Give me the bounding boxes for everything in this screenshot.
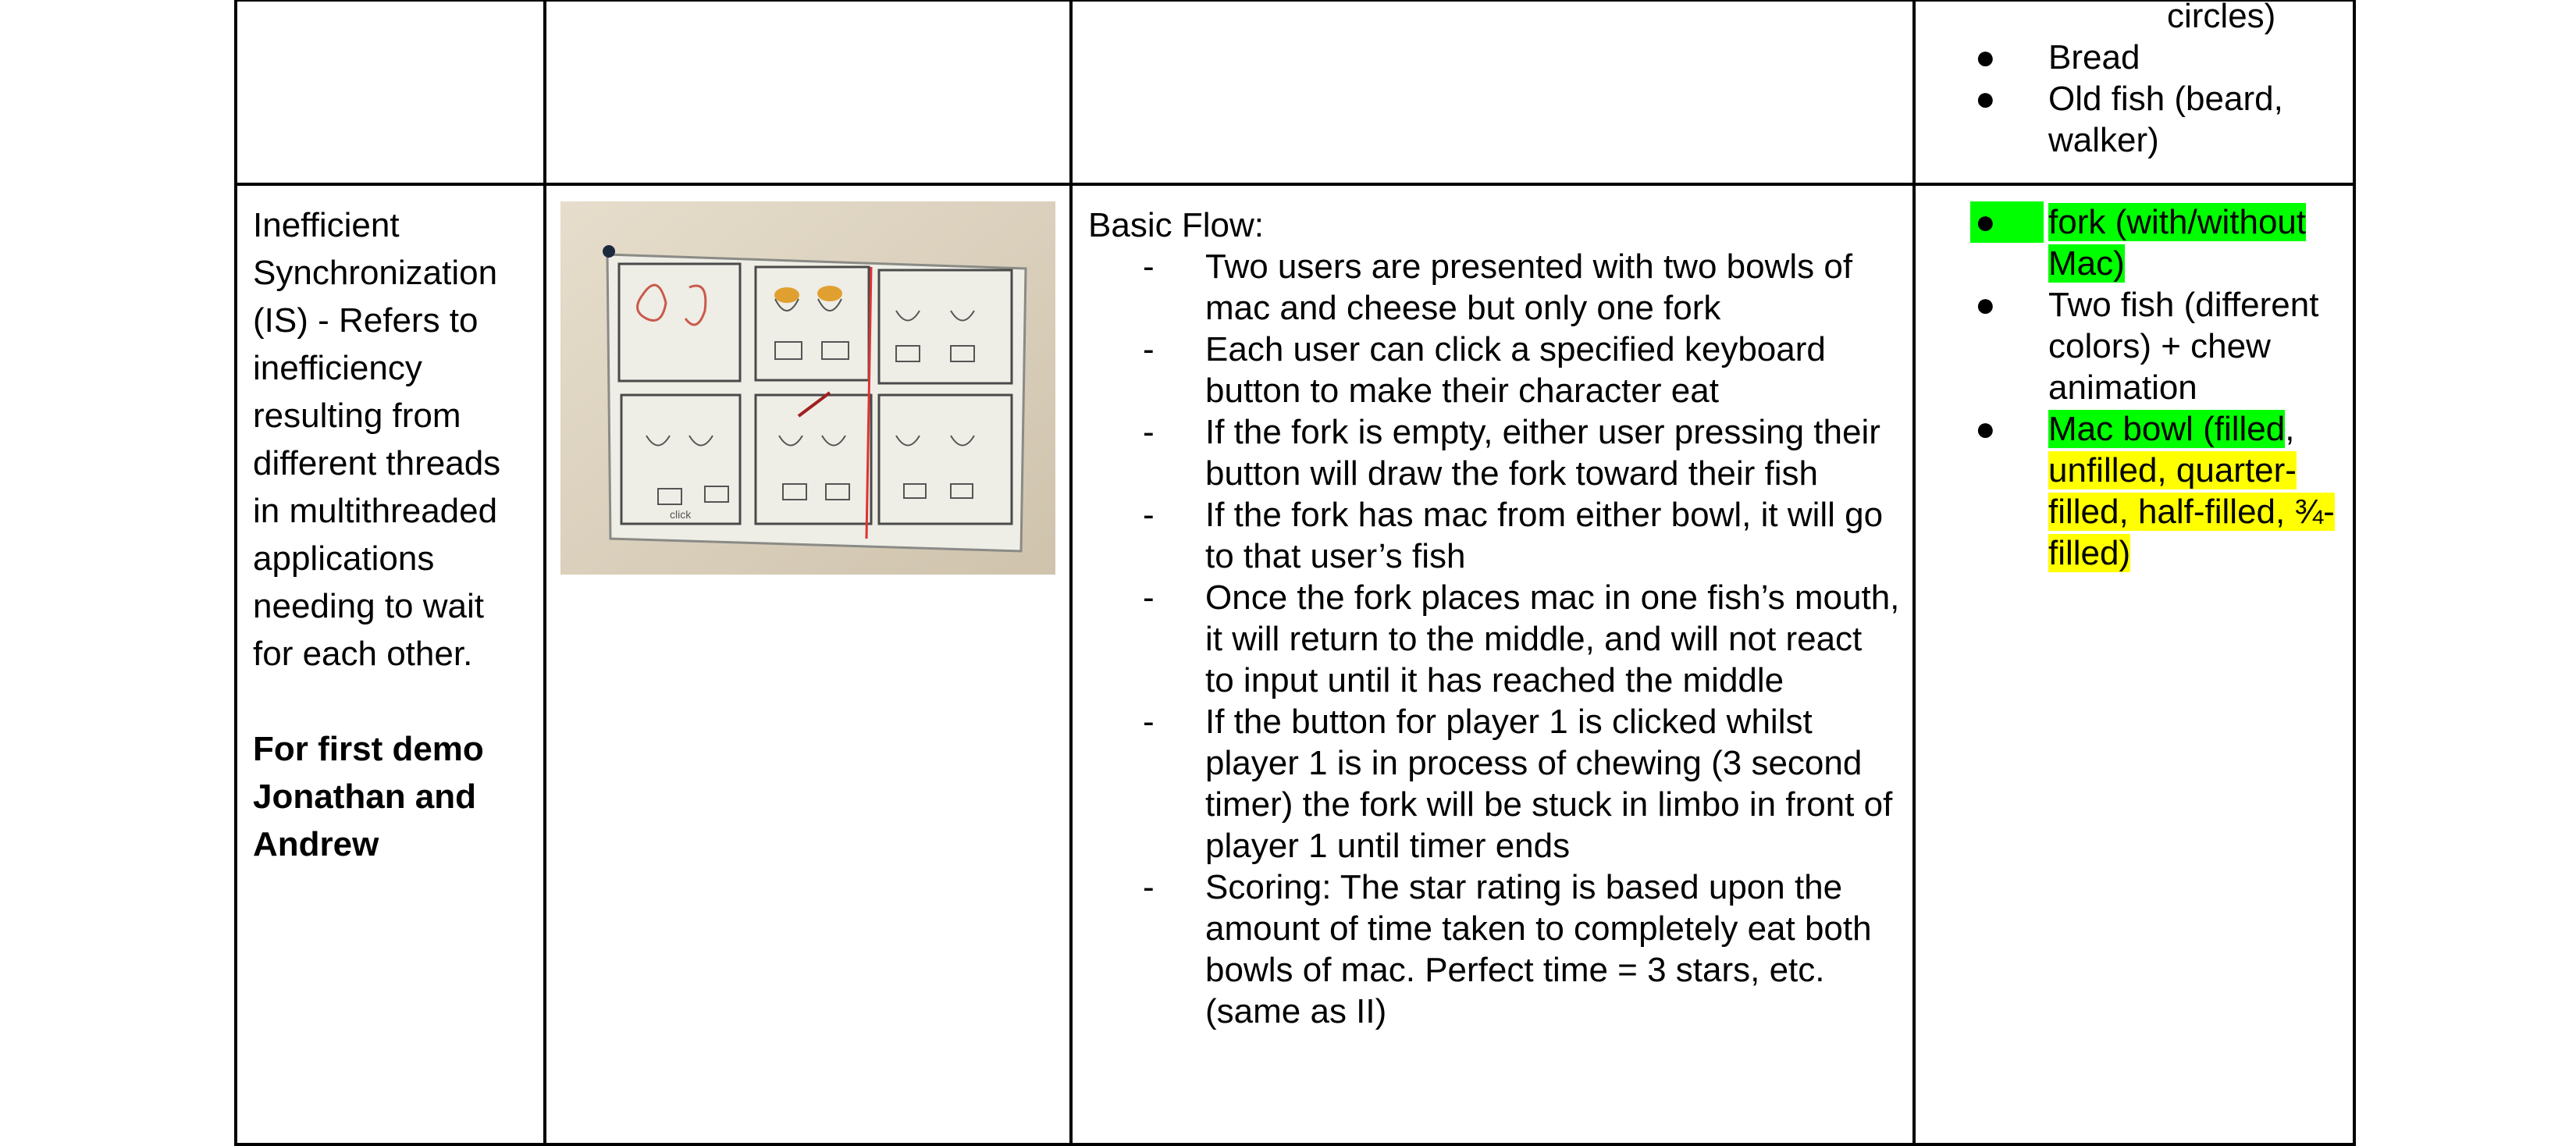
list-item: - Scoring: The star rating is based upon …: [1143, 868, 1872, 1030]
flow-title: Basic Flow:: [1088, 206, 1264, 244]
list-item: - If the fork has mac from either bowl, i…: [1143, 496, 1884, 575]
flow-cell: Basic Flow: - Two users are presented wit…: [1069, 183, 1916, 1146]
list-item: - Each user can click a specified keyboar…: [1143, 330, 1826, 410]
bullet-icon: ●: [1975, 410, 1996, 448]
list-item: - Two users are presented with two bowls …: [1143, 247, 1853, 327]
concept-cell: Inefficient Synchronization (IS) - Refer…: [234, 183, 546, 1146]
document-page: circles) ● Bread ● Old fish (beard, walker…: [0, 0, 2576, 1146]
dash-marker: -: [1143, 868, 1155, 906]
list-item: - If the fork is empty, either user press…: [1143, 413, 1880, 493]
list-item: ● Bread: [1975, 38, 2140, 77]
list-item: ● Mac bowl (filled, unfilled, quarter-fi…: [1975, 410, 2335, 572]
dash-marker: -: [1143, 247, 1155, 286]
dash-marker: -: [1143, 330, 1155, 368]
list-item: ● Old fish (beard, walker): [1975, 80, 2283, 159]
concept-description: Inefficient Synchronization (IS) - Refer…: [253, 206, 501, 673]
asset-list: ● fork (with/without Mac) ● Two fish (dif…: [1916, 201, 2340, 574]
flow-list: - Two users are presented with two bowls …: [1088, 246, 1900, 1032]
list-item: - Once the fork places mac in one fish’s …: [1143, 578, 1900, 699]
bullet-icon: ●: [1975, 286, 1996, 324]
dash-marker: -: [1143, 496, 1155, 534]
list-item: - If the button for player 1 is clicked w…: [1143, 703, 1893, 865]
table-row: circles) ● Bread ● Old fish (beard, walker…: [234, 0, 2356, 186]
row1-col1-cell: [234, 0, 546, 186]
table-row: Inefficient Synchronization (IS) - Refer…: [234, 183, 2356, 1146]
dash-marker: -: [1143, 413, 1155, 451]
list-item: ● fork (with/without Mac): [1970, 201, 2340, 284]
asset-list-continued: ● Bread ● Old fish (beard, walker): [1916, 37, 2353, 161]
dash-marker: -: [1143, 703, 1155, 741]
feature-table: circles) ● Bread ● Old fish (beard, walker…: [234, 0, 2356, 1146]
dash-marker: -: [1143, 578, 1155, 617]
assets-cell: ● fork (with/without Mac) ● Two fish (dif…: [1912, 183, 2356, 1146]
storyboard-cell: click: [543, 183, 1073, 1146]
row1-col4-cell: circles) ● Bread ● Old fish (beard, walker…: [1912, 0, 2356, 186]
row1-col2-cell: [543, 0, 1073, 186]
bullet-icon: ●: [1975, 80, 1996, 118]
bullet-icon: ●: [1975, 203, 1996, 241]
list-item: ● Two fish (different colors) + chew anim…: [1975, 286, 2319, 407]
prev-line: circles): [2167, 0, 2276, 35]
bullet-icon: ●: [1975, 38, 1996, 77]
demo-note: For first demo Jonathan and Andrew: [253, 730, 484, 863]
svg-text:click: click: [670, 508, 692, 521]
whiteboard-storyboard-image: click: [560, 201, 1055, 575]
row1-col3-cell: [1069, 0, 1916, 186]
